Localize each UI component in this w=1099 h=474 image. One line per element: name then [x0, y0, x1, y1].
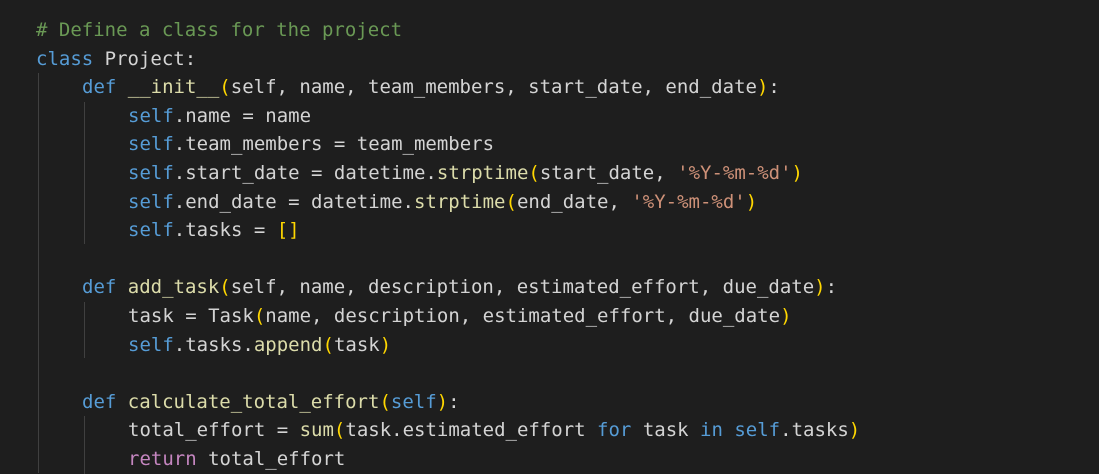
def-keyword: def: [82, 76, 117, 99]
code-line-2[interactable]: class Project:: [36, 45, 1099, 74]
code-line-13[interactable]: [36, 359, 1099, 388]
code-line-11[interactable]: task = Task(name, description, estimated…: [36, 302, 1099, 331]
code-line-15[interactable]: total_effort = sum(task.estimated_effort…: [36, 416, 1099, 445]
string-literal: '%Y-%m-%d': [677, 161, 792, 184]
class-keyword: class: [36, 47, 94, 70]
function-name: __init__: [127, 76, 220, 99]
code-line-16[interactable]: return total_effort: [36, 445, 1099, 474]
code-lines: # Define a class for the project class P…: [36, 16, 1099, 474]
code-line-3[interactable]: def __init__(self, name, team_members, s…: [36, 73, 1099, 102]
colon: :: [184, 47, 197, 70]
code-line-8[interactable]: self.tasks = []: [36, 216, 1099, 245]
code-line-1[interactable]: # Define a class for the project: [36, 16, 1099, 45]
code-line-12[interactable]: self.tasks.append(task): [36, 331, 1099, 360]
code-line-9[interactable]: [36, 245, 1099, 274]
code-line-14[interactable]: def calculate_total_effort(self):: [36, 388, 1099, 417]
comment: # Define a class for the project: [36, 19, 403, 41]
code-line-10[interactable]: def add_task(self, name, description, es…: [36, 273, 1099, 302]
class-name: Project: [104, 47, 185, 70]
code-line-5[interactable]: self.team_members = team_members: [36, 130, 1099, 159]
code-line-6[interactable]: self.start_date = datetime.strptime(star…: [36, 159, 1099, 188]
function-name: add_task: [127, 276, 220, 299]
code-line-7[interactable]: self.end_date = datetime.strptime(end_da…: [36, 188, 1099, 217]
params: self, name, team_members, start_date, en…: [230, 76, 757, 99]
code-line-4[interactable]: self.name = name: [36, 102, 1099, 131]
string-literal: '%Y-%m-%d': [631, 190, 746, 213]
function-name: calculate_total_effort: [127, 390, 380, 413]
return-keyword: return: [128, 447, 197, 470]
code-editor[interactable]: # Define a class for the project class P…: [0, 0, 1099, 474]
